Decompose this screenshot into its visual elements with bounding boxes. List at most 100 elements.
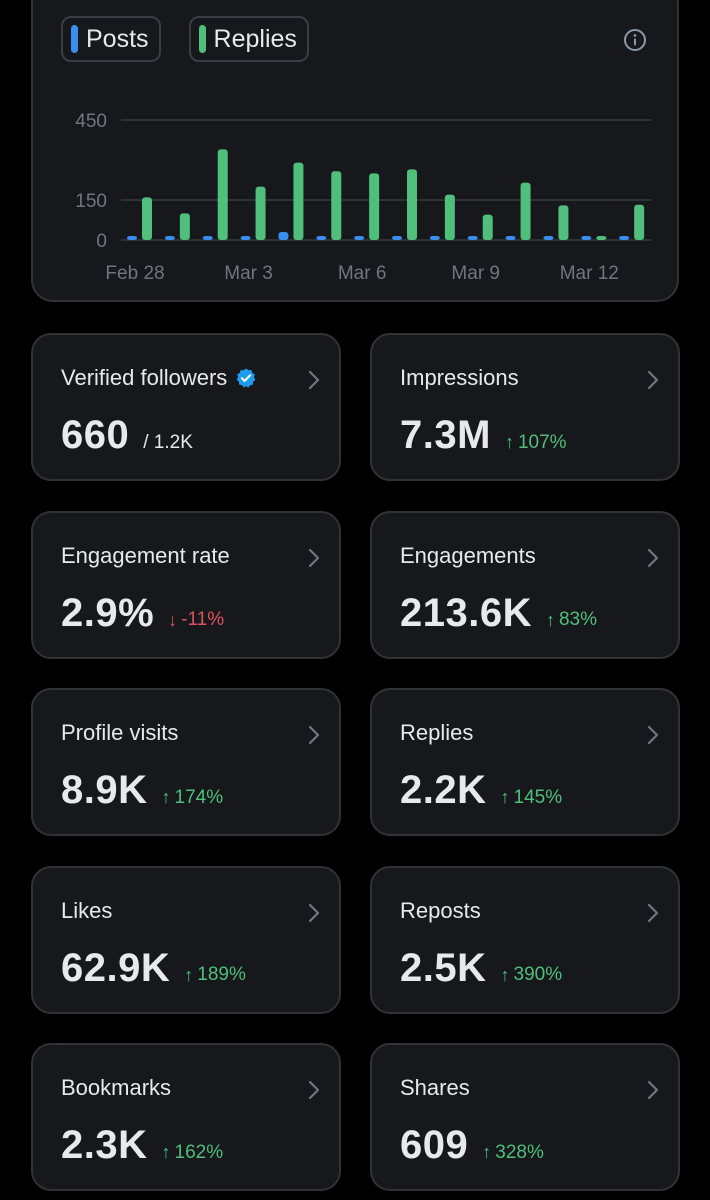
reposts-card[interactable]: Reposts 2.5K ↑ 390% — [370, 865, 680, 1014]
posts-bar[interactable] — [581, 236, 592, 240]
chevron-right-icon — [308, 548, 320, 567]
replies-card[interactable]: Replies 2.2K ↑ 145% — [370, 688, 680, 836]
replies-bar[interactable] — [634, 204, 645, 240]
replies-bar[interactable] — [179, 213, 190, 240]
profile-visits-value-row: 8.9K ↑ 174% — [61, 768, 223, 813]
chevron-right-icon — [308, 1080, 320, 1100]
arrow-up-icon: ↑ — [161, 1142, 171, 1162]
x-tick-label: Feb 28 — [105, 263, 164, 284]
chevron-right-icon — [647, 1080, 659, 1100]
posts-bar[interactable] — [240, 236, 251, 240]
replies-bar[interactable] — [331, 171, 342, 240]
replies-bar[interactable] — [255, 186, 266, 240]
verified-followers-title-row: Verified followers — [61, 365, 257, 391]
posts-bar[interactable] — [392, 236, 402, 240]
chevron-right-icon — [308, 903, 320, 922]
posts-bar[interactable] — [202, 236, 213, 240]
posts-bar[interactable] — [354, 236, 365, 240]
chevron-right-icon — [308, 725, 320, 745]
engagement-rate-title-row: Engagement rate — [61, 543, 230, 569]
engagements-title: Engagements — [400, 542, 536, 568]
replies-value-row: 2.2K ↑ 145% — [400, 768, 562, 813]
arrow-up-icon: ↑ — [161, 787, 171, 807]
replies-change-value: 145% — [513, 786, 563, 808]
engagements-card[interactable]: Engagements 213.6K ↑ 83% — [370, 510, 680, 659]
bookmarks-card[interactable]: Bookmarks 2.3K ↑ 162% — [31, 1043, 341, 1191]
posts-bar[interactable] — [127, 236, 137, 240]
chevron-right-icon — [308, 370, 320, 390]
posts-bar[interactable] — [619, 236, 630, 240]
arrow-down-icon: ↓ — [168, 609, 178, 630]
x-tick-label: Mar 6 — [338, 263, 387, 284]
replies-bar[interactable] — [482, 214, 493, 240]
replies-title-row: Replies — [400, 720, 473, 746]
posts-bar[interactable] — [505, 236, 516, 240]
posts-bar[interactable] — [278, 232, 289, 240]
analytics-chart-card: Posts Replies 450 150 0 Feb 28 Mar 3 Mar 6 Mar… — [31, 0, 679, 302]
impressions-title-row: Impressions — [400, 365, 519, 391]
impressions-card[interactable]: Impressions 7.3M ↑ 107% — [370, 333, 680, 481]
chevron-right-icon — [647, 725, 659, 745]
replies-bar[interactable] — [444, 194, 455, 240]
verified-followers-total: / 1.2K — [143, 432, 193, 453]
y-tick-label: 0 — [96, 231, 107, 252]
shares-change-value: 328% — [495, 1141, 544, 1163]
engagement-rate-value: 2.9% — [61, 590, 155, 635]
posts-bar[interactable] — [543, 236, 554, 240]
verified-followers-card[interactable]: Verified followers 660 / 1.2K — [31, 333, 341, 481]
likes-value-row: 62.9K ↑ 189% — [61, 946, 246, 991]
engagement-rate-card[interactable]: Engagement rate 2.9% ↓ -11% — [31, 510, 341, 659]
verified-followers-value: 660 — [61, 413, 130, 457]
engagements-change-value: 83% — [558, 609, 598, 630]
x-tick-label: Mar 9 — [451, 263, 500, 284]
arrow-up-icon: ↑ — [500, 787, 510, 807]
arrow-up-icon: ↑ — [504, 432, 514, 452]
replies-bar[interactable] — [407, 169, 417, 240]
impressions-change-value: 107% — [517, 431, 567, 453]
chevron-right-icon — [647, 370, 659, 390]
shares-value: 609 — [400, 1123, 469, 1167]
verified-followers-value-row: 660 / 1.2K — [61, 413, 193, 458]
reposts-value-row: 2.5K ↑ 390% — [400, 946, 562, 991]
shares-value-row: 609 ↑ 328% — [400, 1123, 544, 1168]
reposts-value: 2.5K — [400, 945, 487, 990]
replies-value: 2.2K — [400, 768, 487, 812]
reposts-change-value: 390% — [513, 964, 563, 985]
posts-bar[interactable] — [316, 236, 327, 240]
replies-bar[interactable] — [596, 236, 607, 240]
likes-card[interactable]: Likes 62.9K ↑ 189% — [31, 865, 341, 1014]
shares-card[interactable]: Shares 609 ↑ 328% — [370, 1043, 680, 1191]
replies-bar[interactable] — [142, 197, 152, 240]
engagement-rate-change-value: -11% — [181, 609, 225, 630]
posts-bar[interactable] — [429, 236, 440, 240]
engagements-value-row: 213.6K ↑ 83% — [400, 591, 597, 636]
profile-visits-value: 8.9K — [61, 768, 148, 812]
profile-visits-change: ↑ 174% — [162, 787, 224, 809]
chevron-right-icon — [647, 548, 659, 567]
likes-change-value: 189% — [197, 964, 246, 985]
impressions-value: 7.3M — [400, 413, 491, 457]
replies-bar[interactable] — [293, 162, 304, 240]
profile-visits-card[interactable]: Profile visits 8.9K ↑ 174% — [31, 688, 341, 836]
replies-bar[interactable] — [558, 205, 569, 240]
arrow-up-icon: ↑ — [482, 1142, 492, 1162]
replies-bar[interactable] — [217, 149, 228, 240]
engagement-rate-change: ↓ -11% — [168, 609, 224, 631]
bookmarks-title-row: Bookmarks — [61, 1075, 171, 1101]
replies-change: ↑ 145% — [501, 787, 563, 809]
posts-bar[interactable] — [467, 236, 478, 240]
bookmarks-title: Bookmarks — [61, 1075, 172, 1100]
profile-visits-change-value: 174% — [174, 786, 224, 808]
likes-title-row: Likes — [61, 898, 112, 924]
replies-bar[interactable] — [520, 182, 531, 240]
replies-bar[interactable] — [369, 173, 380, 240]
engagement-rate-value-row: 2.9% ↓ -11% — [61, 591, 224, 636]
engagements-title-row: Engagements — [400, 543, 536, 569]
arrow-up-icon: ↑ — [184, 964, 194, 985]
chevron-right-icon — [647, 903, 659, 922]
shares-title: Shares — [400, 1075, 470, 1100]
impressions-title: Impressions — [400, 365, 519, 390]
posts-bar[interactable] — [164, 236, 175, 240]
bookmarks-value: 2.3K — [61, 1123, 148, 1167]
x-tick-label: Mar 3 — [224, 263, 273, 284]
